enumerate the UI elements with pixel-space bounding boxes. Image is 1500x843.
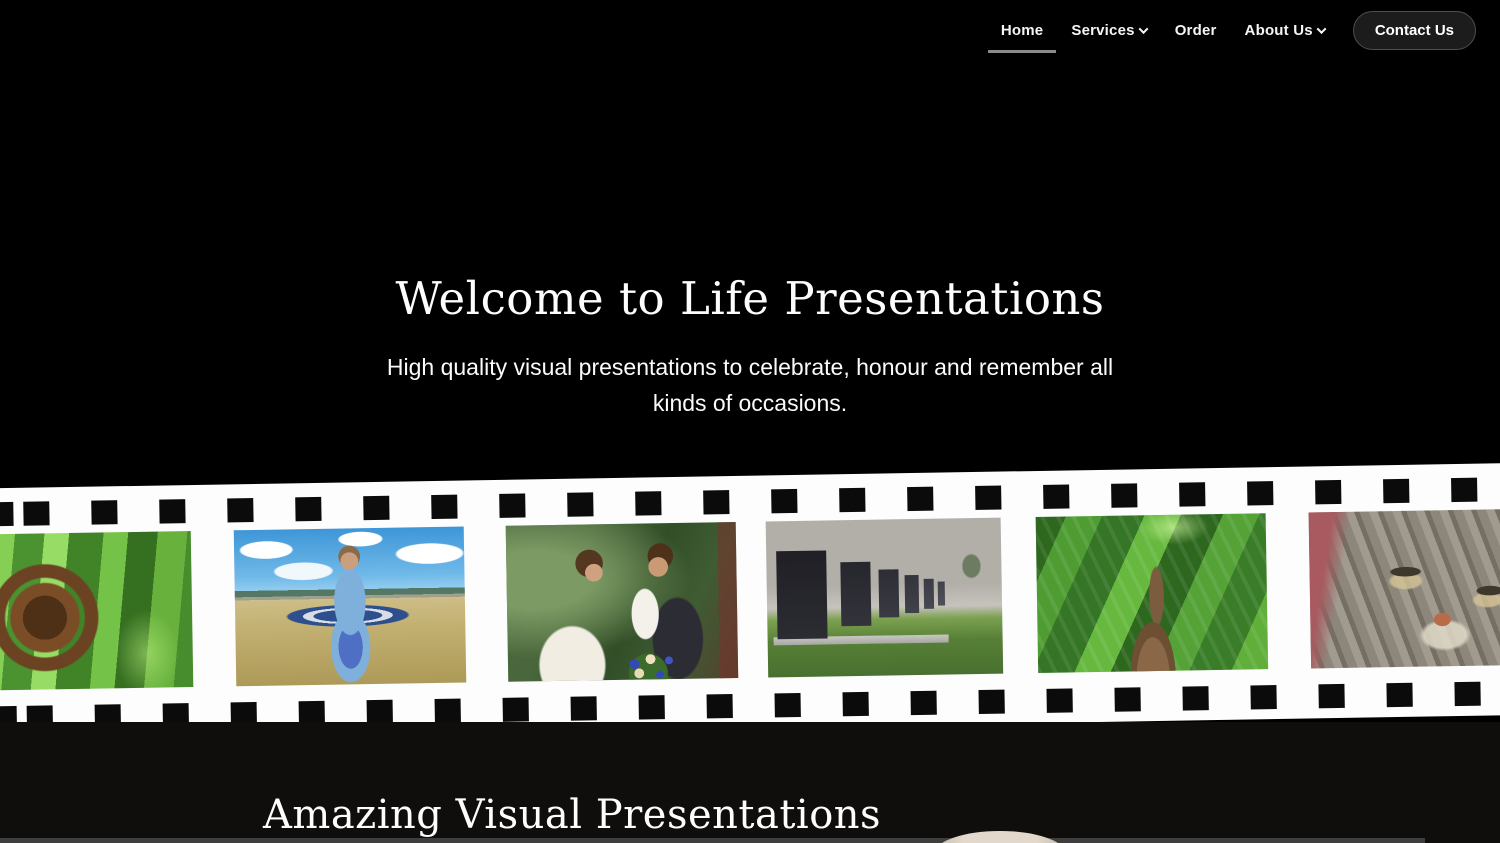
nav-order-label: Order xyxy=(1175,22,1217,39)
main-navigation: Home Services Order About Us Contact Us xyxy=(1001,0,1500,60)
page: Home Services Order About Us Contact Us … xyxy=(0,0,1500,843)
nav-item-order[interactable]: Order xyxy=(1175,22,1217,39)
nav-about-us-label: About Us xyxy=(1245,22,1313,39)
filmstrip-photo-fern xyxy=(0,531,193,691)
filmstrip-banner xyxy=(0,462,1500,740)
nav-item-home[interactable]: Home xyxy=(1001,22,1043,39)
nav-services-label: Services xyxy=(1071,22,1134,39)
filmstrip-photo-child-airplane xyxy=(234,526,467,686)
section-heading: Amazing Visual Presentations xyxy=(263,792,881,838)
filmstrip-photo-cat xyxy=(1309,508,1500,668)
chevron-down-icon xyxy=(1316,24,1326,34)
filmstrip-photo-cemetery xyxy=(766,518,1004,678)
horizontal-scrollbar-thumb[interactable] xyxy=(0,838,1425,843)
hero-subtitle: High quality visual presentations to cel… xyxy=(360,350,1140,421)
amazing-presentations-section: Amazing Visual Presentations xyxy=(0,722,1500,843)
contact-us-button[interactable]: Contact Us xyxy=(1353,11,1476,50)
active-underline xyxy=(988,50,1056,53)
filmstrip-photo-wedding-couple xyxy=(506,522,739,682)
nav-item-about-us[interactable]: About Us xyxy=(1245,22,1325,39)
filmstrip-sprocket-holes-top xyxy=(0,476,1500,527)
next-section-image-peek xyxy=(935,831,1065,843)
chevron-down-icon xyxy=(1138,24,1148,34)
filmstrip-photo-forest-track xyxy=(1036,513,1269,673)
page-title: Welcome to Life Presentations xyxy=(0,272,1500,325)
nav-home-label: Home xyxy=(1001,22,1043,39)
nav-item-services[interactable]: Services xyxy=(1071,22,1146,39)
